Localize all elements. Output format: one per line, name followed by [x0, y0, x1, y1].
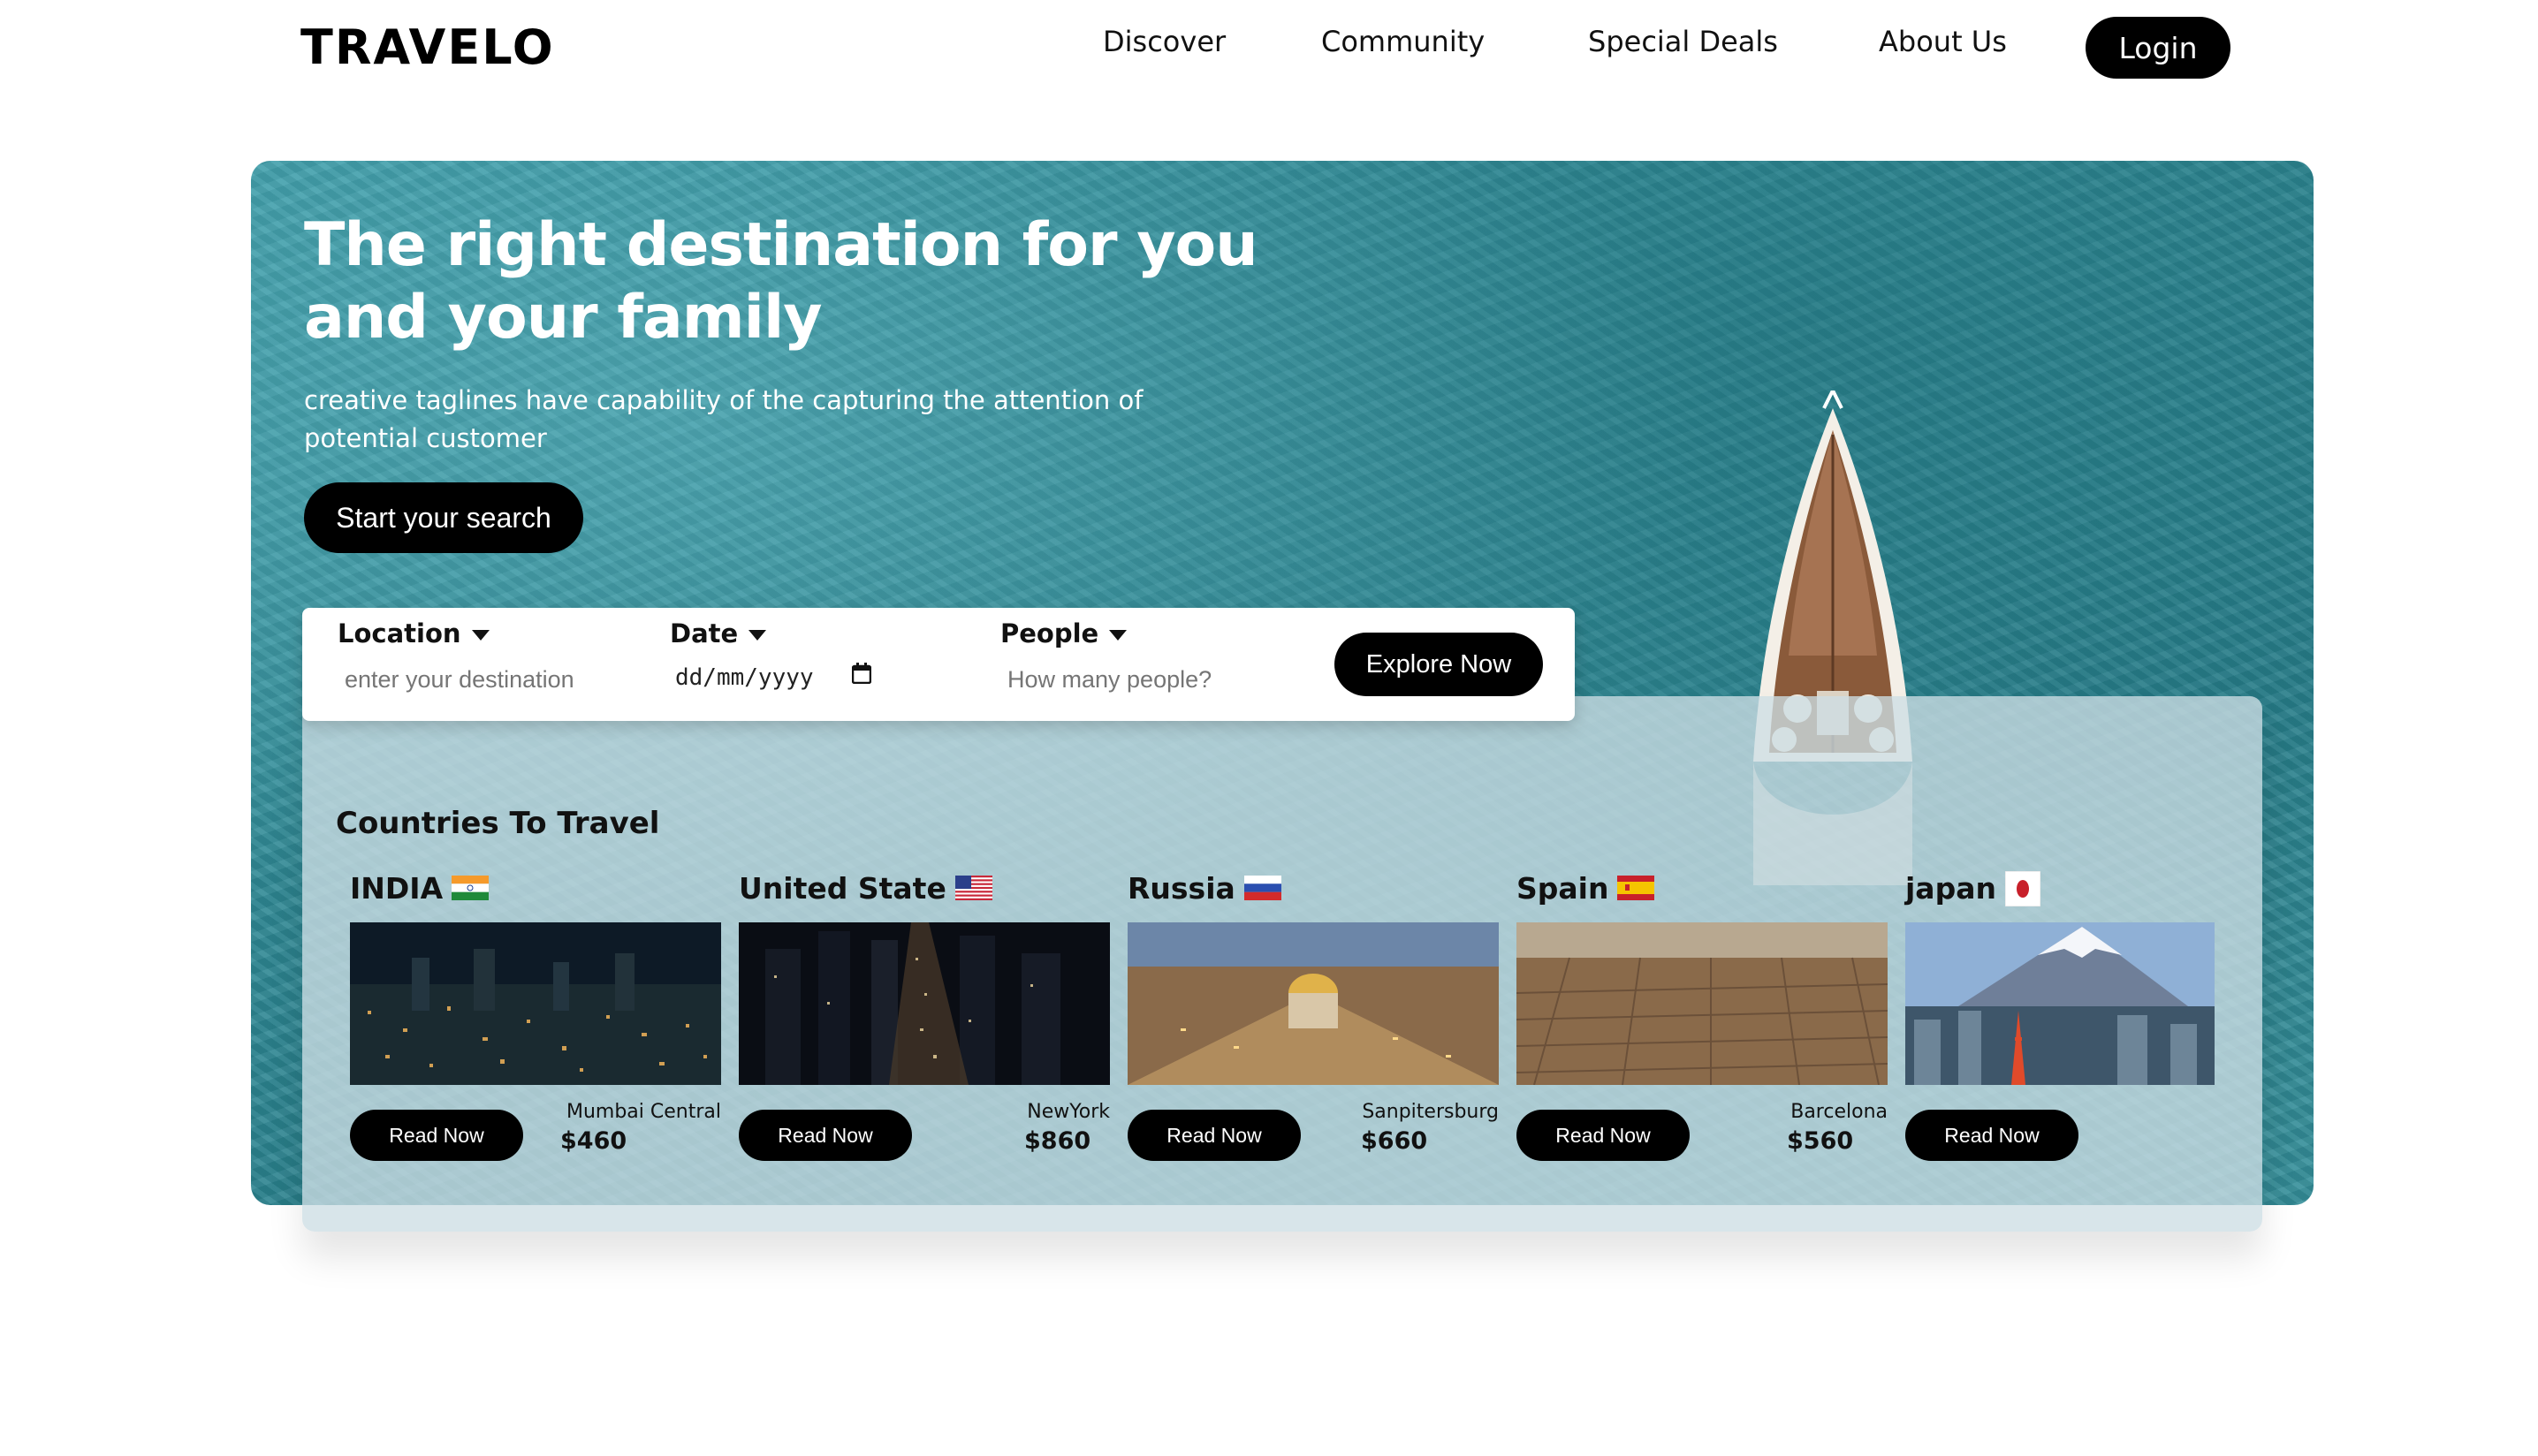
nav-community[interactable]: Community [1321, 25, 1485, 58]
hero-title: The right destination for you and your f… [304, 209, 1276, 354]
brand-logo[interactable]: TRAVELO [300, 19, 555, 75]
countries-title: Countries To Travel [336, 806, 660, 841]
hero-title-line1: The right destination for you [304, 210, 1258, 280]
hero-tagline-line2: potential customer [304, 423, 547, 453]
country-name: Russia [1128, 871, 1235, 906]
nav-special-deals[interactable]: Special Deals [1588, 25, 1778, 58]
calendar-icon[interactable] [852, 663, 871, 684]
nav-about-us[interactable]: About Us [1879, 25, 2007, 58]
japan-flag-icon [2004, 870, 2040, 906]
russia-flag-icon [1243, 875, 1281, 900]
nav-discover[interactable]: Discover [1103, 25, 1226, 58]
caret-down-icon [1109, 630, 1128, 641]
people-dropdown[interactable]: People [1000, 618, 1128, 648]
location-input[interactable] [343, 661, 629, 698]
date-input[interactable]: dd/mm/yyyy [675, 664, 814, 691]
newyork-city-image [739, 922, 1110, 1085]
country-name: United State [739, 871, 946, 906]
read-now-button[interactable]: Read Now [350, 1110, 523, 1161]
search-bar: Location Date dd/mm/yyyy People Explore … [302, 608, 1575, 721]
price: $560 [1787, 1127, 1854, 1155]
country-name: INDIA [350, 871, 444, 906]
price: $660 [1361, 1127, 1428, 1155]
usa-flag-icon [954, 875, 992, 900]
read-now-button[interactable]: Read Now [1128, 1110, 1301, 1161]
country-name: Spain [1516, 871, 1609, 906]
price: $860 [1024, 1127, 1091, 1155]
date-dropdown[interactable]: Date [670, 618, 767, 648]
login-button[interactable]: Login [2086, 17, 2230, 79]
caret-down-icon [748, 630, 767, 641]
read-now-button[interactable]: Read Now [1905, 1110, 2078, 1161]
city-name: NewYork [1027, 1101, 1110, 1123]
country-card-spain: Spain Read Now Barcelona $560 [1516, 871, 1888, 1161]
date-label: Date [670, 618, 739, 648]
price: $460 [560, 1127, 627, 1155]
india-flag-icon [452, 875, 490, 900]
hero-title-line2: and your family [304, 283, 823, 353]
read-now-button[interactable]: Read Now [1516, 1110, 1690, 1161]
country-card-united-state: United State Read Now NewYork $860 [739, 871, 1110, 1161]
hero-tagline: creative taglines have capability of the… [304, 382, 1188, 458]
mumbai-city-image [350, 922, 721, 1085]
city-name: Barcelona [1790, 1101, 1888, 1123]
country-card-japan: japan Read Now [1905, 870, 2215, 1161]
barcelona-city-image [1516, 922, 1888, 1085]
people-input[interactable] [1006, 661, 1292, 698]
city-name: Sanpitersburg [1362, 1101, 1499, 1123]
explore-now-button[interactable]: Explore Now [1334, 633, 1543, 696]
people-label: People [1000, 618, 1099, 648]
hero-tagline-line1: creative taglines have capability of the… [304, 385, 1144, 415]
location-label: Location [338, 618, 461, 648]
saint-petersburg-image [1128, 922, 1499, 1085]
spain-flag-icon [1617, 875, 1655, 900]
country-card-russia: Russia Read Now Sanpitersburg $660 [1128, 871, 1499, 1161]
location-dropdown[interactable]: Location [338, 618, 490, 648]
city-name: Mumbai Central [566, 1101, 721, 1123]
countries-panel: Countries To Travel INDIA Read Now Mumba… [302, 696, 2262, 1232]
caret-down-icon [471, 630, 490, 641]
tokyo-fuji-image [1905, 922, 2215, 1085]
country-name: japan [1905, 871, 1996, 906]
start-search-button[interactable]: Start your search [304, 482, 583, 553]
country-card-india: INDIA Read Now Mumbai Central $460 [350, 871, 721, 1161]
read-now-button[interactable]: Read Now [739, 1110, 912, 1161]
